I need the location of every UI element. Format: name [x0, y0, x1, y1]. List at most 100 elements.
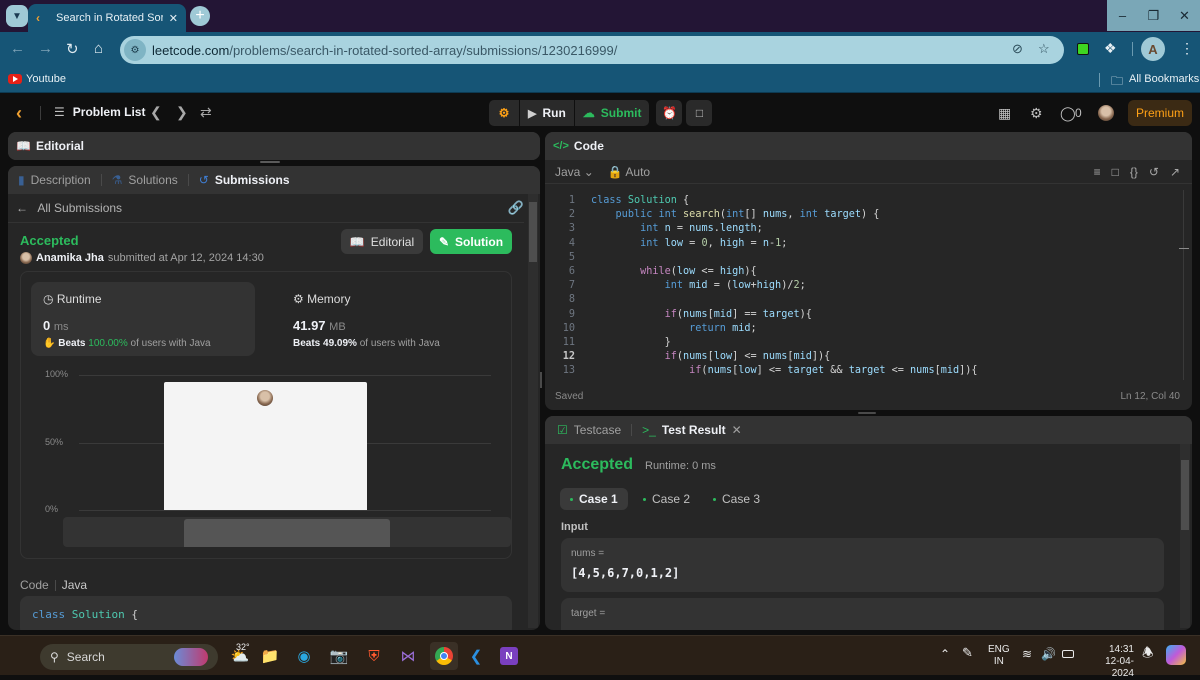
tab-solutions[interactable]: Solutions	[128, 173, 177, 187]
braces-icon[interactable]: {}	[1130, 165, 1138, 179]
windows-start-icon[interactable]	[12, 647, 29, 664]
language-indicator[interactable]: ENG IN	[988, 644, 1010, 668]
tab-submissions[interactable]: Submissions	[215, 173, 290, 187]
case-tab-3[interactable]: Case 3	[703, 488, 770, 510]
bookmark-icon[interactable]: □	[1112, 165, 1119, 179]
panel-resize-handle[interactable]	[540, 372, 542, 388]
timer-button[interactable]: ⏰	[656, 100, 683, 126]
all-bookmarks-link[interactable]: All Bookmarks	[1129, 73, 1199, 85]
battery-icon[interactable]	[1062, 650, 1074, 658]
close-tab-icon[interactable]: ✕	[732, 423, 742, 437]
eye-off-icon[interactable]: ⊘	[1012, 41, 1023, 57]
bookmark-youtube[interactable]: Youtube	[26, 73, 66, 85]
editorial-collapsed-panel[interactable]: 📖 Editorial	[8, 132, 540, 160]
input-label: Input	[561, 521, 588, 533]
case-tab-1[interactable]: Case 1	[560, 488, 628, 510]
runtime-value: 0 ms	[43, 318, 69, 333]
volume-icon[interactable]: 🔊	[1041, 648, 1056, 660]
tray-overflow-chevron-icon[interactable]: ⌃	[940, 648, 950, 660]
lock-icon: 🔒	[607, 164, 623, 179]
restore-button[interactable]: ❐	[1138, 0, 1169, 31]
range-brush-selection[interactable]	[183, 519, 391, 547]
home-icon[interactable]: ⌂	[94, 40, 103, 57]
author-name[interactable]: Anamika Jha	[36, 252, 104, 264]
input-target-box[interactable]: target =	[561, 598, 1164, 630]
edge-browser-icon[interactable]: ◉	[294, 646, 314, 666]
input-nums-box[interactable]: nums = [4,5,6,7,0,1,2]	[561, 538, 1164, 592]
kebab-menu-icon[interactable]: ⋮	[1180, 40, 1194, 57]
prev-problem-chevron-icon[interactable]: ❮	[150, 104, 162, 121]
divider	[8, 222, 524, 223]
extensions-puzzle-icon[interactable]: ❖	[1104, 40, 1117, 57]
close-window-button[interactable]: ✕	[1169, 0, 1200, 31]
url-text[interactable]: leetcode.com/problems/search-in-rotated-…	[152, 43, 617, 58]
tab-description[interactable]: Description	[31, 173, 91, 187]
forward-arrow-icon[interactable]: →	[38, 40, 53, 57]
vscode-icon[interactable]: ❮	[466, 646, 486, 666]
taskbar-search[interactable]: ⚲ Search	[40, 644, 218, 670]
leetcode-logo-icon[interactable]: ‹	[16, 103, 22, 124]
case-tab-2[interactable]: Case 2	[633, 488, 700, 510]
address-bar[interactable]: ⚙ leetcode.com/problems/search-in-rotate…	[120, 36, 1064, 64]
auto-mode[interactable]: 🔒 Auto	[608, 165, 650, 179]
chart-bar[interactable]	[163, 381, 367, 510]
reset-undo-icon[interactable]: ↺	[1149, 165, 1159, 179]
shuffle-icon[interactable]: ⇄	[200, 104, 212, 121]
left-panel-scrollbar[interactable]	[528, 194, 538, 628]
copilot-icon[interactable]	[1166, 645, 1186, 665]
runtime-card[interactable]: ◷ Runtime 0 ms ✋ Beats 100.00% of users …	[31, 282, 255, 356]
run-button[interactable]: ▶ Run	[520, 100, 574, 126]
share-link-icon[interactable]: 🔗	[508, 200, 524, 216]
editor-scrollbar-track[interactable]	[1183, 190, 1184, 380]
settings-gear-icon[interactable]: ⚙	[1030, 105, 1043, 122]
minimize-button[interactable]: –	[1107, 0, 1138, 31]
profile-avatar[interactable]: A	[1141, 37, 1165, 61]
browser-tab-active[interactable]: ‹ Search in Rotated Sorted Array ✕	[28, 4, 186, 32]
onenote-icon[interactable]: N	[500, 647, 518, 665]
test-panel-scrollbar[interactable]	[1180, 444, 1190, 628]
back-arrow-icon[interactable]: ←	[10, 40, 25, 57]
chrome-icon[interactable]	[430, 642, 458, 670]
streak-flame-icon[interactable]: ◯	[1060, 105, 1076, 122]
line-text: int n = nums.length;	[640, 223, 763, 235]
pen-icon[interactable]: ✎	[962, 646, 973, 659]
next-problem-chevron-icon[interactable]: ❯	[176, 104, 188, 121]
tab-testcase[interactable]: Testcase	[574, 423, 621, 437]
scrollbar-thumb[interactable]	[1181, 460, 1189, 530]
premium-button[interactable]: Premium	[1128, 100, 1192, 126]
language-select[interactable]: Java ⌄	[555, 165, 594, 179]
all-submissions-link[interactable]: ← All Submissions	[16, 201, 122, 215]
layout-grid-icon[interactable]: ▦	[998, 105, 1011, 122]
site-info-icon[interactable]: ⚙	[124, 39, 146, 61]
new-tab-button[interactable]: +	[190, 6, 210, 26]
horizontal-resize-handle[interactable]	[858, 412, 876, 414]
brave-browser-icon[interactable]: ⛨	[364, 646, 384, 666]
tab-close-icon[interactable]: ✕	[169, 12, 178, 25]
tab-test-result[interactable]: Test Result	[662, 423, 726, 437]
submit-button[interactable]: ☁ Submit	[574, 100, 650, 126]
code-editor[interactable]: 1 class Solution {2 public int search(int…	[545, 190, 1176, 376]
line-number: 12	[562, 351, 575, 363]
star-bookmark-icon[interactable]: ☆	[1038, 41, 1050, 57]
submitted-code-block[interactable]: class Solution {	[20, 596, 512, 630]
wifi-icon[interactable]: ≋	[1022, 648, 1032, 660]
debugger-button[interactable]: ⚙	[489, 100, 519, 126]
problem-list-button[interactable]: ☰ Problem List	[54, 105, 145, 119]
vertical-resize-handle[interactable]	[260, 161, 280, 163]
notes-button[interactable]: □	[686, 100, 713, 126]
user-avatar[interactable]	[1098, 105, 1114, 121]
notification-bell-icon[interactable]: 🕭	[1142, 646, 1154, 659]
editorial-button[interactable]: 📖 Editorial	[341, 229, 423, 254]
memory-card[interactable]: ⚙ Memory 41.97 MB Beats 49.09% of users …	[281, 282, 505, 356]
expand-icon[interactable]: ↗	[1170, 165, 1180, 179]
extension-green-icon[interactable]	[1077, 43, 1089, 55]
file-explorer-icon[interactable]: 📁	[260, 646, 280, 666]
format-lines-icon[interactable]: ≡	[1094, 165, 1101, 179]
camera-icon[interactable]: 📷	[329, 646, 349, 666]
reload-icon[interactable]: ↻	[66, 40, 79, 58]
scrollbar-thumb[interactable]	[529, 202, 537, 262]
solution-button[interactable]: ✎ Solution	[430, 229, 512, 254]
tab-search-button[interactable]: ▼	[6, 5, 28, 27]
visual-studio-icon[interactable]: ⋈	[398, 646, 418, 666]
browser-titlebar: ▼ ‹ Search in Rotated Sorted Array ✕ + –…	[0, 0, 1200, 32]
